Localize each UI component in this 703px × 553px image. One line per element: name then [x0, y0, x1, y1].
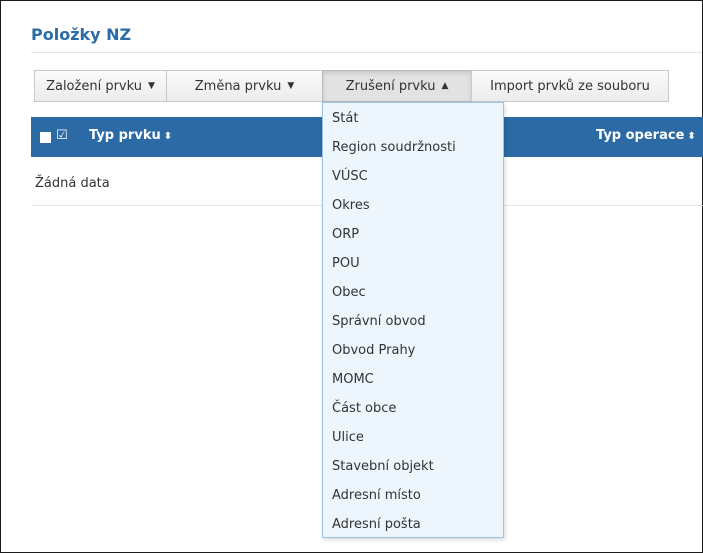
- menu-item-stat[interactable]: Stát: [323, 104, 503, 132]
- select-all-checkbox[interactable]: [40, 132, 51, 143]
- menu-item-adresni-misto[interactable]: Adresní místo: [323, 481, 503, 509]
- cancel-element-label: Zrušení prvku: [345, 78, 436, 94]
- menu-item-adresni-posta[interactable]: Adresní pošta: [323, 510, 503, 538]
- sort-icon: ⬍: [687, 131, 696, 142]
- menu-item-stavebni-objekt[interactable]: Stavební objekt: [323, 452, 503, 480]
- menu-item-vusc[interactable]: VÚSC: [323, 162, 503, 190]
- menu-item-region-soudrznosti[interactable]: Region soudržnosti: [323, 133, 503, 161]
- menu-item-obec[interactable]: Obec: [323, 278, 503, 306]
- menu-item-okres[interactable]: Okres: [323, 191, 503, 219]
- menu-item-spravni-obvod[interactable]: Správní obvod: [323, 307, 503, 335]
- menu-item-pou[interactable]: POU: [323, 249, 503, 277]
- change-element-label: Změna prvku: [194, 78, 282, 94]
- import-elements-button[interactable]: Import prvků ze souboru: [471, 70, 669, 102]
- column-header-element-type[interactable]: Typ prvku ⬍: [89, 128, 172, 143]
- menu-item-momc[interactable]: MOMC: [323, 365, 503, 393]
- cancel-element-dropdown-menu: Stát Region soudržnosti VÚSC Okres ORP P…: [322, 102, 504, 538]
- page-title: Položky NZ: [31, 25, 132, 44]
- menu-item-cast-obce[interactable]: Část obce: [323, 394, 503, 422]
- caret-down-icon: ▼: [147, 81, 155, 91]
- import-elements-label: Import prvků ze souboru: [490, 78, 650, 94]
- no-data-text: Žádná data: [35, 176, 110, 191]
- column-header-element-type-label: Typ prvku: [89, 128, 161, 143]
- sort-icon: ⬍: [163, 131, 173, 142]
- caret-down-icon: ▼: [287, 81, 295, 91]
- cancel-element-button[interactable]: Zrušení prvku ▲: [322, 70, 472, 102]
- column-header-operation-type-label: Typ operace: [596, 128, 685, 143]
- menu-item-obvod-prahy[interactable]: Obvod Prahy: [323, 336, 503, 364]
- check-square-icon[interactable]: ☑: [56, 128, 68, 143]
- menu-item-orp[interactable]: ORP: [323, 220, 503, 248]
- column-header-operation-type[interactable]: Typ operace ⬍: [596, 128, 696, 143]
- create-element-button[interactable]: Založení prvku ▼: [34, 70, 167, 102]
- create-element-label: Založení prvku: [46, 78, 142, 94]
- caret-up-icon: ▲: [441, 81, 449, 91]
- menu-item-ulice[interactable]: Ulice: [323, 423, 503, 451]
- change-element-button[interactable]: Změna prvku ▼: [166, 70, 323, 102]
- title-divider: [31, 52, 702, 53]
